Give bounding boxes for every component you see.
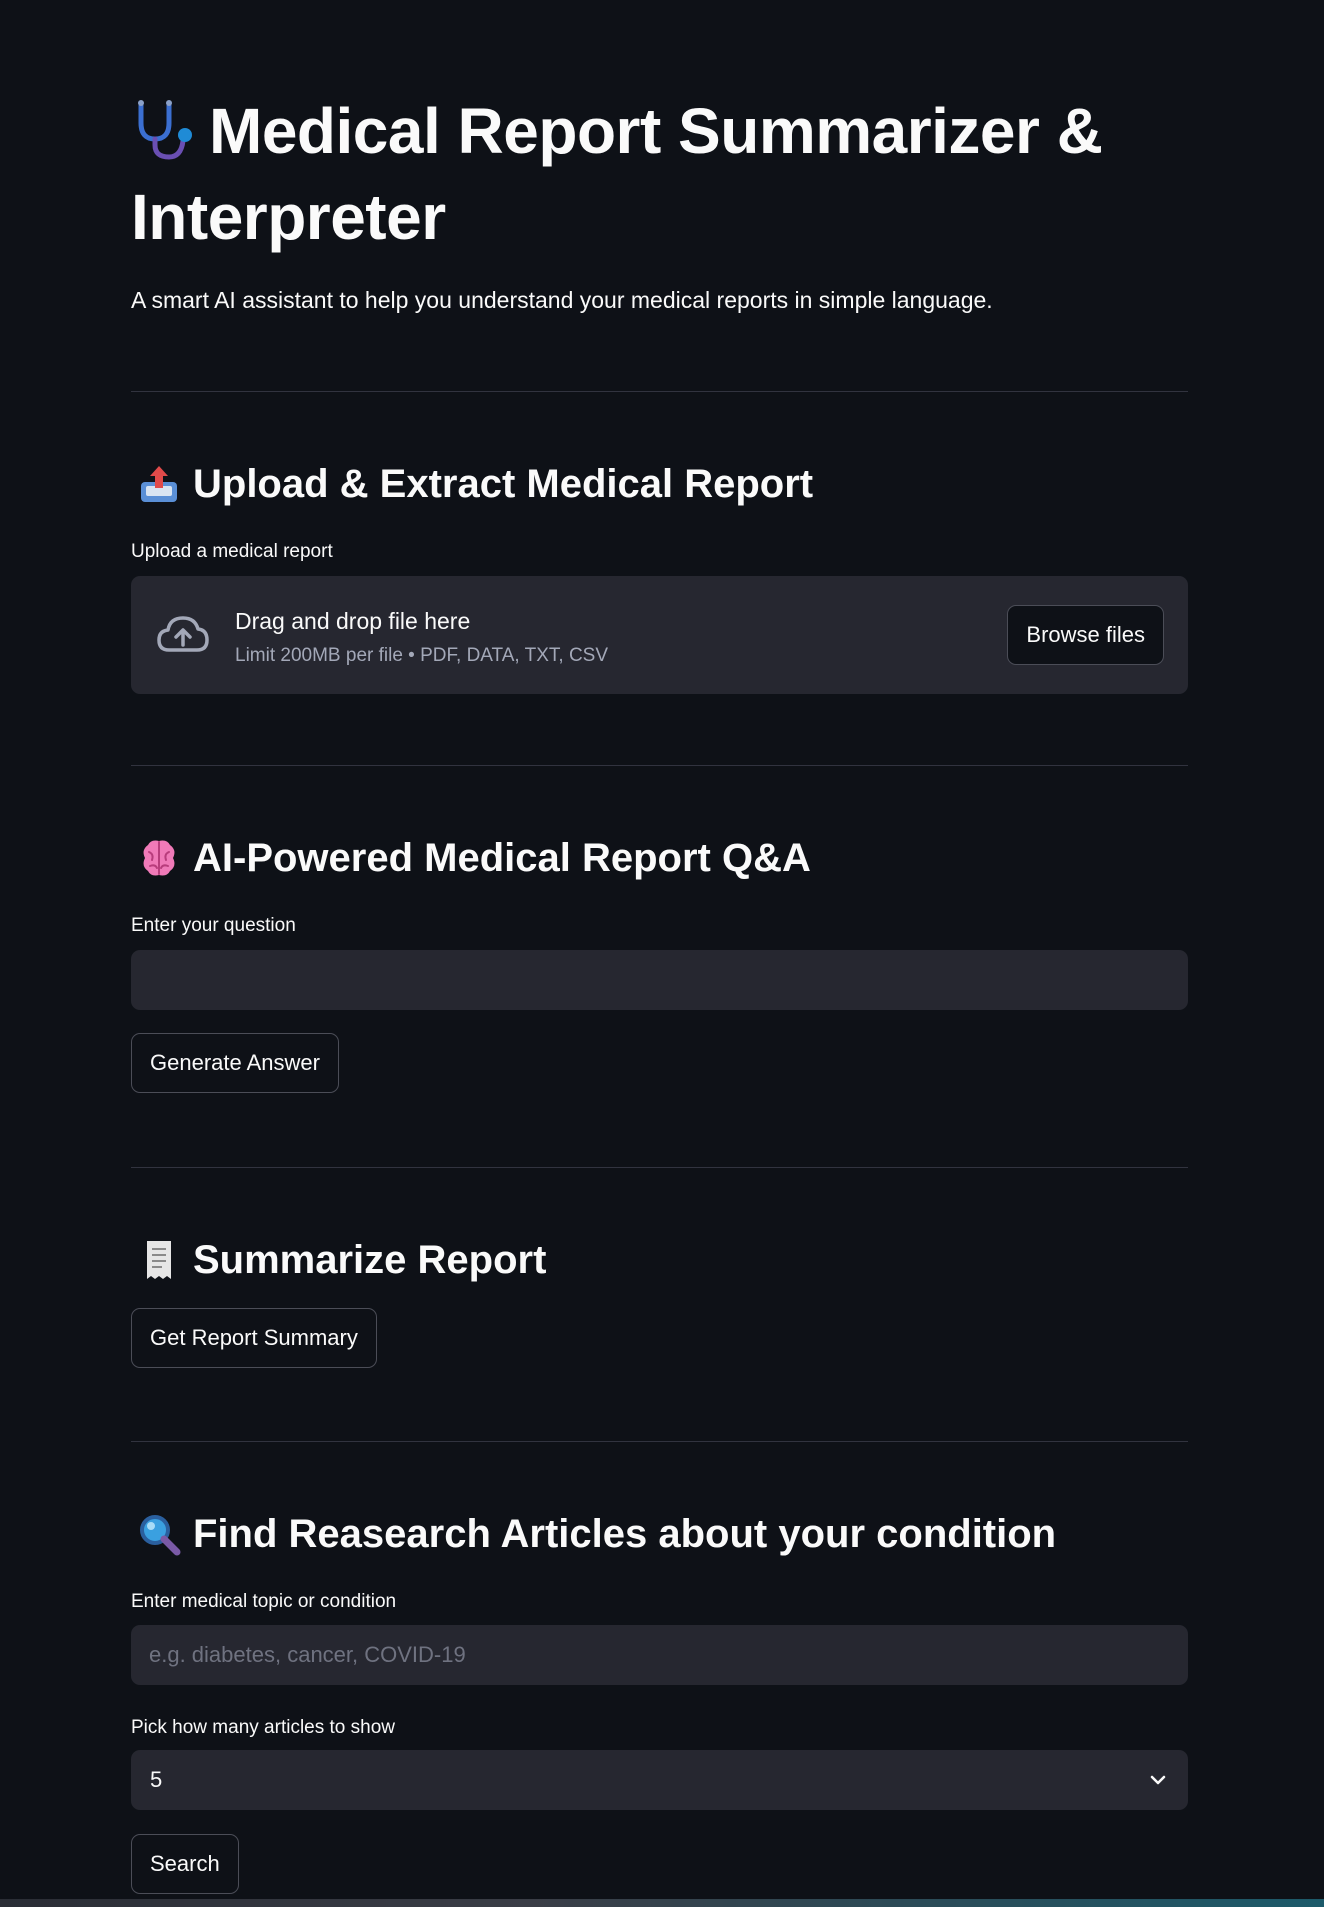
upload-section-title: Upload & Extract Medical Report xyxy=(193,462,814,506)
bottom-bar xyxy=(0,1899,1324,1907)
search-button[interactable]: Search xyxy=(131,1834,239,1894)
topic-input[interactable] xyxy=(131,1625,1188,1685)
question-input[interactable] xyxy=(131,950,1188,1010)
page-title-text: Medical Report Summarizer & Interpreter xyxy=(131,95,1103,253)
get-report-summary-button[interactable]: Get Report Summary xyxy=(131,1308,377,1368)
cloud-upload-icon xyxy=(155,612,211,656)
summary-section-heading: Summarize Report xyxy=(131,1234,546,1286)
divider xyxy=(131,1167,1188,1168)
divider xyxy=(131,1441,1188,1442)
chevron-down-icon xyxy=(1148,1770,1168,1790)
article-count-select[interactable]: 5 xyxy=(131,1750,1188,1810)
research-section-title: Find Reasearch Articles about your condi… xyxy=(193,1512,1057,1556)
brain-icon xyxy=(137,836,181,880)
file-dropzone[interactable]: Drag and drop file here Limit 200MB per … xyxy=(131,576,1188,694)
article-count-value: 5 xyxy=(150,1767,163,1792)
divider xyxy=(131,391,1188,392)
divider xyxy=(131,765,1188,766)
dropzone-limit-text: Limit 200MB per file • PDF, DATA, TXT, C… xyxy=(235,645,609,666)
app-page: Medical Report Summarizer & Interpreter … xyxy=(0,0,1324,1907)
page-title: Medical Report Summarizer & Interpreter xyxy=(131,92,1188,256)
generate-answer-button[interactable]: Generate Answer xyxy=(131,1033,339,1093)
article-count-label: Pick how many articles to show xyxy=(131,1717,395,1738)
qa-section-title: AI-Powered Medical Report Q&A xyxy=(193,836,811,880)
upload-section-heading: Upload & Extract Medical Report xyxy=(131,458,813,510)
magnifying-glass-icon xyxy=(137,1512,181,1556)
page-subtitle: A smart AI assistant to help you underst… xyxy=(131,287,993,313)
topic-label: Enter medical topic or condition xyxy=(131,1591,397,1612)
receipt-icon xyxy=(137,1238,181,1282)
browse-files-button[interactable]: Browse files xyxy=(1007,605,1164,665)
summary-section-title: Summarize Report xyxy=(193,1238,547,1282)
stethoscope-icon xyxy=(131,97,195,178)
upload-label: Upload a medical report xyxy=(131,541,333,562)
outbox-tray-icon xyxy=(137,462,181,506)
question-label: Enter your question xyxy=(131,915,296,936)
dropzone-title: Drag and drop file here xyxy=(235,608,471,634)
research-section-heading: Find Reasearch Articles about your condi… xyxy=(131,1508,1056,1560)
qa-section-heading: AI-Powered Medical Report Q&A xyxy=(131,832,811,884)
